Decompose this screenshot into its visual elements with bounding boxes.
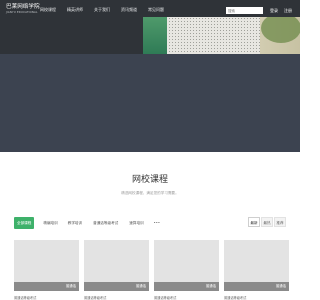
- course-card-tag: 普通话: [135, 284, 146, 288]
- course-card-title[interactable]: 普通话等级考试: [84, 295, 149, 300]
- main-nav: 网校课程 精英讲师 关于我们 资讯频道 常见问题: [40, 7, 175, 17]
- course-card-tag: 普通话: [205, 284, 216, 288]
- hero-photo-mesh: [165, 17, 260, 54]
- course-card[interactable]: 普通话 普通话等级考试: [14, 240, 79, 300]
- login-link[interactable]: 登录: [270, 7, 278, 14]
- site-header: 巴莱网络学院 JIANYU EDUCATIONAL 网校课程 精英讲师 关于我们…: [0, 0, 300, 54]
- course-card-tag: 普通话: [275, 284, 286, 288]
- sort-popular-button[interactable]: 最热: [261, 217, 273, 227]
- nav-item-teachers[interactable]: 精英讲师: [67, 7, 83, 17]
- course-card[interactable]: 普通话 普通话等级考试: [84, 240, 149, 300]
- search-input[interactable]: [226, 7, 263, 14]
- tab-mandarin-exam[interactable]: 普通话等级考试: [93, 217, 118, 229]
- course-card-footer: 普通话: [84, 282, 149, 291]
- tab-speed-calc[interactable]: 速算培训: [129, 217, 143, 229]
- nav-item-about[interactable]: 关于我们: [94, 7, 110, 17]
- course-card-title[interactable]: 普通话等级考试: [14, 295, 79, 300]
- sort-toggle: 最新 最热 推荐: [247, 217, 286, 227]
- course-card-footer: 普通话: [224, 282, 289, 291]
- course-category-tabs: 全部课程 精编培训 教学培训 普通话等级考试 速算培训 •••: [14, 217, 160, 229]
- course-card-title[interactable]: 普通话等级考试: [224, 295, 289, 300]
- course-card-title[interactable]: 普通话等级考试: [154, 295, 219, 300]
- course-card[interactable]: 普通话 普通话等级考试: [154, 240, 219, 300]
- tab-more[interactable]: •••: [154, 217, 160, 229]
- course-card[interactable]: 普通话 普通话等级考试: [224, 240, 289, 300]
- nav-item-courses[interactable]: 网校课程: [40, 7, 56, 17]
- auth-links: 登录 注册: [270, 7, 298, 14]
- tab-elite-training[interactable]: 精编培训: [43, 217, 57, 229]
- sort-recommended-button[interactable]: 推荐: [274, 217, 286, 227]
- tab-teacher-training[interactable]: 教学培训: [68, 217, 82, 229]
- section-subtitle: 精选网校课程，满足您的学习需要。: [121, 191, 179, 195]
- course-card-list: 普通话 普通话等级考试 普通话 普通话等级考试 普通话 普通话等级考试 普通话 …: [14, 240, 289, 300]
- course-card-footer: 普通话: [14, 282, 79, 291]
- course-card-tag: 普通话: [65, 284, 76, 288]
- register-link[interactable]: 注册: [284, 7, 292, 14]
- hero-photo: [143, 17, 300, 54]
- hero-photo-sign: [143, 17, 167, 54]
- nav-item-faq[interactable]: 常见问题: [148, 7, 164, 17]
- hero-photo-greenery: [261, 17, 300, 43]
- sort-latest-button[interactable]: 最新: [248, 217, 260, 227]
- nav-item-news[interactable]: 资讯频道: [121, 7, 137, 17]
- course-card-footer: 普通话: [154, 282, 219, 291]
- section-title: 网校课程: [131, 175, 168, 185]
- hero-banner: [0, 54, 300, 152]
- tab-all-courses[interactable]: 全部课程: [14, 217, 35, 229]
